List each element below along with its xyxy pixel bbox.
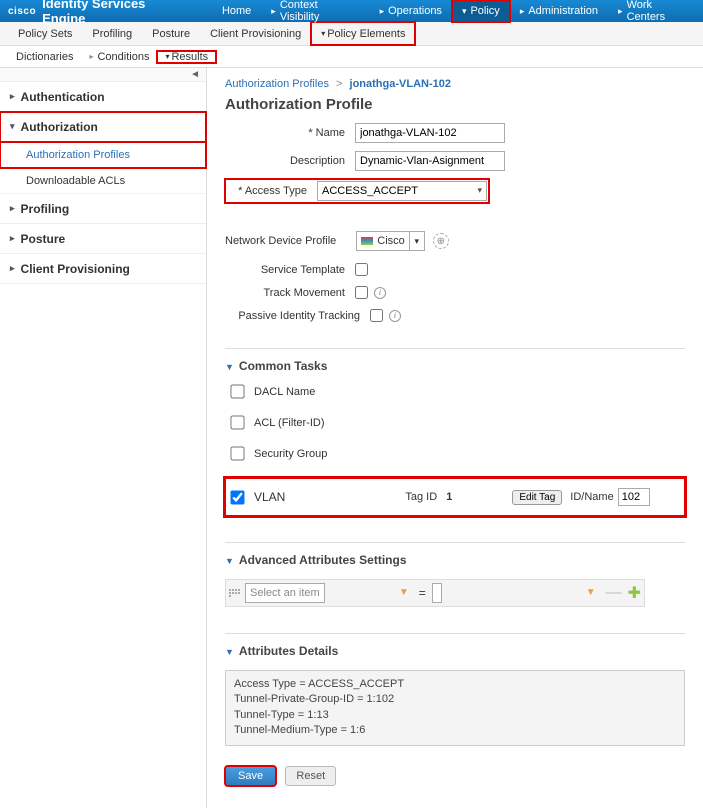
chevron-right-icon: ▸ bbox=[271, 6, 276, 17]
nav-work-centers[interactable]: ▸Work Centers bbox=[608, 0, 703, 22]
main-content: Authorization Profiles > jonathga-VLAN-1… bbox=[207, 68, 703, 808]
label-passive-identity: Passive Identity Tracking bbox=[225, 310, 360, 322]
nav-operations[interactable]: ▸Operations bbox=[370, 0, 452, 22]
sidebar-item-authorization[interactable]: ▾Authorization bbox=[0, 112, 206, 142]
caret-down-icon: ▼ bbox=[399, 587, 409, 598]
caret-down-icon: ▼ bbox=[225, 556, 234, 566]
chevron-right-icon: ▸ bbox=[520, 6, 525, 17]
section-common-tasks[interactable]: ▼Common Tasks bbox=[225, 359, 685, 373]
minus-icon[interactable]: — bbox=[606, 584, 622, 602]
caret-right-icon: ▸ bbox=[10, 91, 15, 102]
sidebar-item-authentication[interactable]: ▸Authentication bbox=[0, 82, 206, 112]
nav-home[interactable]: Home bbox=[212, 0, 261, 22]
tertnav-results[interactable]: ▾Results bbox=[157, 51, 216, 63]
info-icon[interactable]: i bbox=[389, 310, 401, 322]
attributes-details-box: Access Type = ACCESS_ACCEPT Tunnel-Priva… bbox=[225, 670, 685, 746]
subnav-client-provisioning[interactable]: Client Provisioning bbox=[200, 22, 311, 45]
adv-attr-select-right[interactable] bbox=[432, 583, 442, 603]
cisco-logo-icon bbox=[361, 237, 373, 245]
caret-right-icon: ▸ bbox=[10, 203, 15, 214]
checkbox-passive-identity[interactable] bbox=[370, 309, 383, 322]
sub-nav: Policy Sets Profiling Posture Client Pro… bbox=[0, 22, 703, 46]
caret-down-icon: ▼ bbox=[586, 587, 596, 598]
sidebar-collapse-handle[interactable]: ◄ bbox=[0, 68, 206, 82]
label-service-template: Service Template bbox=[225, 264, 345, 276]
label-security-group: Security Group bbox=[254, 448, 327, 460]
input-name[interactable] bbox=[355, 123, 505, 143]
label-idname: ID/Name bbox=[570, 491, 613, 503]
chevron-right-icon: ▸ bbox=[618, 6, 623, 17]
chevron-right-icon: ▸ bbox=[89, 52, 93, 61]
ndp-select[interactable]: Cisco bbox=[356, 231, 410, 251]
nav-context-visibility[interactable]: ▸Context Visibility bbox=[261, 0, 369, 22]
sidebar: ◄ ▸Authentication ▾Authorization Authori… bbox=[0, 68, 207, 808]
label-ndp: Network Device Profile bbox=[225, 235, 336, 247]
breadcrumb-separator: > bbox=[336, 78, 342, 90]
section-attributes-details[interactable]: ▼Attributes Details bbox=[225, 644, 685, 658]
label-dacl-name: DACL Name bbox=[254, 386, 315, 398]
tag-id-value: 1 bbox=[446, 491, 452, 503]
caret-down-icon: ▾ bbox=[10, 121, 15, 132]
reset-button[interactable]: Reset bbox=[285, 766, 336, 786]
nav-policy[interactable]: ▾Policy bbox=[452, 0, 510, 22]
select-access-type[interactable]: ACCESS_ACCEPT bbox=[317, 181, 487, 201]
breadcrumb-root[interactable]: Authorization Profiles bbox=[225, 78, 329, 90]
caret-down-icon: ▼ bbox=[225, 647, 234, 657]
label-track-movement: Track Movement bbox=[225, 287, 345, 299]
checkbox-vlan[interactable] bbox=[230, 490, 244, 504]
sidebar-sub-authorization-profiles[interactable]: Authorization Profiles bbox=[0, 142, 206, 168]
subnav-policy-sets[interactable]: Policy Sets bbox=[8, 22, 82, 45]
subnav-policy-elements[interactable]: ▾Policy Elements bbox=[311, 22, 415, 45]
drag-handle-icon[interactable] bbox=[229, 589, 241, 597]
page-title: Authorization Profile bbox=[225, 96, 685, 113]
label-description: Description bbox=[225, 155, 345, 167]
chevron-right-icon: ▸ bbox=[380, 6, 385, 17]
caret-down-icon: ▾ bbox=[462, 6, 467, 17]
equals-sign: = bbox=[419, 586, 426, 600]
nav-administration[interactable]: ▸Administration bbox=[510, 0, 608, 22]
label-name: * Name bbox=[225, 127, 345, 139]
adv-attr-select-left[interactable]: Select an item bbox=[245, 583, 325, 603]
label-access-type: * Access Type bbox=[227, 185, 307, 197]
plus-icon[interactable]: ✚ bbox=[628, 583, 641, 603]
checkbox-acl-filterid[interactable] bbox=[230, 415, 244, 429]
sidebar-item-profiling[interactable]: ▸Profiling bbox=[0, 194, 206, 224]
label-vlan: VLAN bbox=[254, 490, 285, 504]
checkbox-security-group[interactable] bbox=[230, 446, 244, 460]
caret-down-icon: ▼ bbox=[225, 362, 234, 372]
label-acl-filterid: ACL (Filter-ID) bbox=[254, 417, 324, 429]
sidebar-item-client-provisioning[interactable]: ▸Client Provisioning bbox=[0, 254, 206, 284]
sidebar-item-posture[interactable]: ▸Posture bbox=[0, 224, 206, 254]
checkbox-dacl-name[interactable] bbox=[230, 384, 244, 398]
input-description[interactable] bbox=[355, 151, 505, 171]
tertnav-conditions[interactable]: ▸Conditions bbox=[81, 51, 157, 63]
checkbox-track-movement[interactable] bbox=[355, 286, 368, 299]
tertnav-dictionaries[interactable]: Dictionaries bbox=[8, 51, 81, 63]
ndp-caret[interactable]: ▾ bbox=[409, 231, 425, 251]
input-idname[interactable] bbox=[618, 488, 650, 506]
section-advanced-attributes[interactable]: ▼Advanced Attributes Settings bbox=[225, 553, 685, 567]
tertiary-nav: Dictionaries ▸Conditions ▾Results bbox=[0, 46, 703, 68]
top-nav: Home ▸Context Visibility ▸Operations ▾Po… bbox=[212, 0, 703, 22]
info-icon[interactable]: i bbox=[374, 287, 386, 299]
label-tag-id: Tag ID 1 bbox=[405, 491, 452, 503]
breadcrumb-current: jonathga-VLAN-102 bbox=[350, 78, 451, 90]
caret-down-icon: ▾ bbox=[321, 29, 325, 38]
brand-logo: cisco bbox=[8, 6, 36, 17]
save-button[interactable]: Save bbox=[225, 766, 276, 786]
caret-right-icon: ▸ bbox=[10, 263, 15, 274]
sidebar-sub-downloadable-acls[interactable]: Downloadable ACLs bbox=[0, 168, 206, 194]
subnav-posture[interactable]: Posture bbox=[142, 22, 200, 45]
checkbox-service-template[interactable] bbox=[355, 263, 368, 276]
globe-icon[interactable]: ⊕ bbox=[433, 233, 449, 249]
caret-right-icon: ▸ bbox=[10, 233, 15, 244]
top-header: cisco Identity Services Engine Home ▸Con… bbox=[0, 0, 703, 22]
breadcrumb: Authorization Profiles > jonathga-VLAN-1… bbox=[225, 78, 685, 90]
subnav-profiling[interactable]: Profiling bbox=[82, 22, 142, 45]
nav-home-label: Home bbox=[222, 5, 251, 17]
caret-down-icon: ▾ bbox=[165, 52, 169, 61]
edit-tag-button[interactable]: Edit Tag bbox=[512, 490, 562, 505]
advanced-attributes-row: Select an item ▼ = ▼ — ✚ bbox=[225, 579, 645, 607]
